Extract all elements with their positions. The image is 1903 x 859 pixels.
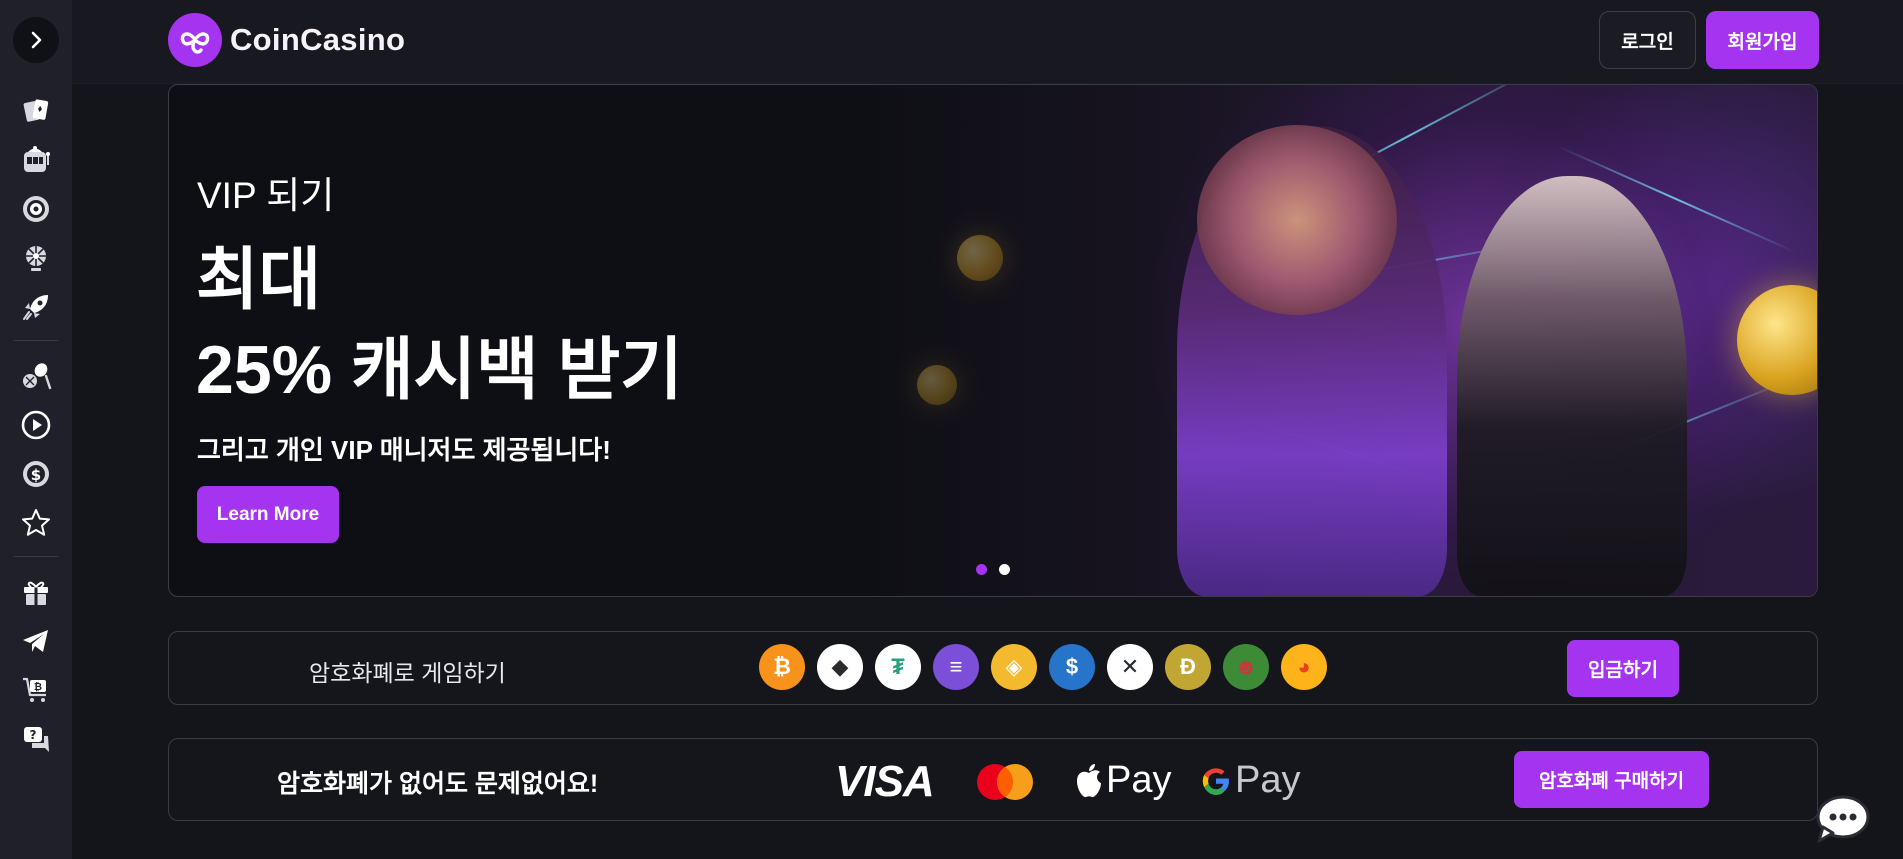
sidebar-item-roulette[interactable]: [13, 184, 59, 233]
help-chat-icon: ?: [24, 726, 49, 752]
apple-pay-logo: Pay: [1074, 759, 1171, 802]
logo-text: CoinCasino: [230, 22, 406, 57]
carousel-dot-1[interactable]: [976, 564, 987, 575]
sidebar-toggle-button[interactable]: [13, 17, 59, 63]
google-g-icon: [1202, 767, 1229, 795]
learn-more-button[interactable]: Learn More: [197, 486, 339, 543]
carousel-dots: [976, 564, 1010, 575]
google-pay-logo: Pay: [1199, 759, 1300, 802]
bitcoin-cart-icon: ₿: [23, 677, 46, 702]
svg-text:₿: ₿: [34, 681, 42, 693]
site-logo[interactable]: CoinCasino: [168, 13, 405, 67]
play-icon: [21, 410, 51, 439]
sidebar-item-promotions[interactable]: [13, 567, 59, 616]
bitcoin-icon: ₿: [759, 644, 805, 690]
sidebar-item-favorites[interactable]: [13, 498, 59, 547]
sidebar-item-support[interactable]: ?: [13, 714, 59, 763]
apple-pay-text: Pay: [1106, 759, 1172, 801]
bnb-icon: ◈: [991, 644, 1037, 690]
top-header: CoinCasino 로그인 회원가입: [72, 0, 1903, 84]
solana-icon: ≡: [933, 644, 979, 690]
gold-coin-graphic: [1737, 285, 1817, 395]
sidebar-item-live[interactable]: [13, 400, 59, 449]
rocket-icon: [23, 294, 48, 320]
sidebar-item-table-games[interactable]: $: [13, 449, 59, 498]
login-button[interactable]: 로그인: [1599, 11, 1696, 69]
sidebar-item-sports[interactable]: [13, 351, 59, 400]
crypto-payment-bar: 암호화폐로 게임하기 ₿ ◆ ₮ ≡ ◈ $ ✕ Ð ☻ ◕ 입금하기: [168, 631, 1818, 705]
xrp-icon: ✕: [1107, 644, 1153, 690]
hero-title: 최대 25% 캐시백 받기: [196, 235, 683, 415]
signup-button[interactable]: 회원가입: [1706, 11, 1819, 69]
hero-illustration: [857, 85, 1817, 596]
sidebar-item-wheel[interactable]: [13, 233, 59, 282]
chat-bubble-icon: [1816, 795, 1870, 843]
visa-logo: VISA: [835, 757, 935, 806]
buy-crypto-button[interactable]: 암호화폐 구매하기: [1514, 751, 1709, 808]
sports-icon: [23, 362, 52, 389]
slot-machine-icon: [24, 145, 50, 172]
sidebar-item-crash[interactable]: [13, 282, 59, 331]
crypto-bar-label: 암호화폐로 게임하기: [309, 660, 506, 686]
deposit-button[interactable]: 입금하기: [1567, 640, 1679, 697]
mastercard-icon: [977, 764, 1033, 800]
dollar-chip-icon: $: [23, 460, 49, 487]
sidebar-item-buy-crypto[interactable]: ₿: [13, 665, 59, 714]
telegram-icon: [23, 629, 48, 652]
sidebar-divider: [14, 556, 58, 557]
sidebar-item-telegram[interactable]: [13, 616, 59, 665]
sidebar-divider: [14, 340, 58, 341]
gift-icon: [24, 581, 48, 605]
usdc-icon: $: [1049, 644, 1095, 690]
pepe-icon: ☻: [1223, 644, 1269, 690]
pay-bar-label: 암호화폐가 없어도 문제없어요!: [277, 770, 599, 798]
fiat-payment-bar: 암호화폐가 없어도 문제없어요! VISA Pay Pay 암호화폐 구매하기: [168, 738, 1818, 821]
live-chat-button[interactable]: [1813, 793, 1871, 845]
apple-icon: [1077, 763, 1101, 797]
carousel-dot-2[interactable]: [999, 564, 1010, 575]
character-figure-right: [1457, 176, 1687, 596]
hero-eyebrow: VIP 되기: [197, 175, 335, 216]
crypto-coin-list: ₿ ◆ ₮ ≡ ◈ $ ✕ Ð ☻ ◕: [759, 644, 1327, 690]
svg-text:$: $: [31, 466, 41, 484]
star-icon: [22, 508, 50, 536]
ethereum-icon: ◆: [817, 644, 863, 690]
coincasino-logo-icon: [168, 13, 222, 67]
sidebar-item-casino[interactable]: [13, 86, 59, 135]
dogecoin-icon: Ð: [1165, 644, 1211, 690]
hero-title-line2: 25% 캐시백 받기: [196, 332, 683, 408]
hero-subtitle: 그리고 개인 VIP 매니저도 제공됩니다!: [197, 435, 611, 465]
hero-title-line1: 최대: [196, 242, 322, 318]
cards-icon: [23, 98, 49, 122]
roulette-icon: [23, 195, 49, 222]
tether-icon: ₮: [875, 644, 921, 690]
hero-banner: VIP 되기 최대 25% 캐시백 받기 그리고 개인 VIP 매니저도 제공됩…: [168, 84, 1818, 597]
sidebar-item-slots[interactable]: [13, 135, 59, 184]
sidebar: $ ₿ ?: [0, 0, 72, 859]
shiba-icon: ◕: [1281, 644, 1327, 690]
chevron-right-icon: [31, 31, 42, 49]
google-pay-text: Pay: [1235, 759, 1301, 801]
wheel-icon: [26, 245, 46, 271]
svg-text:?: ?: [30, 728, 37, 742]
